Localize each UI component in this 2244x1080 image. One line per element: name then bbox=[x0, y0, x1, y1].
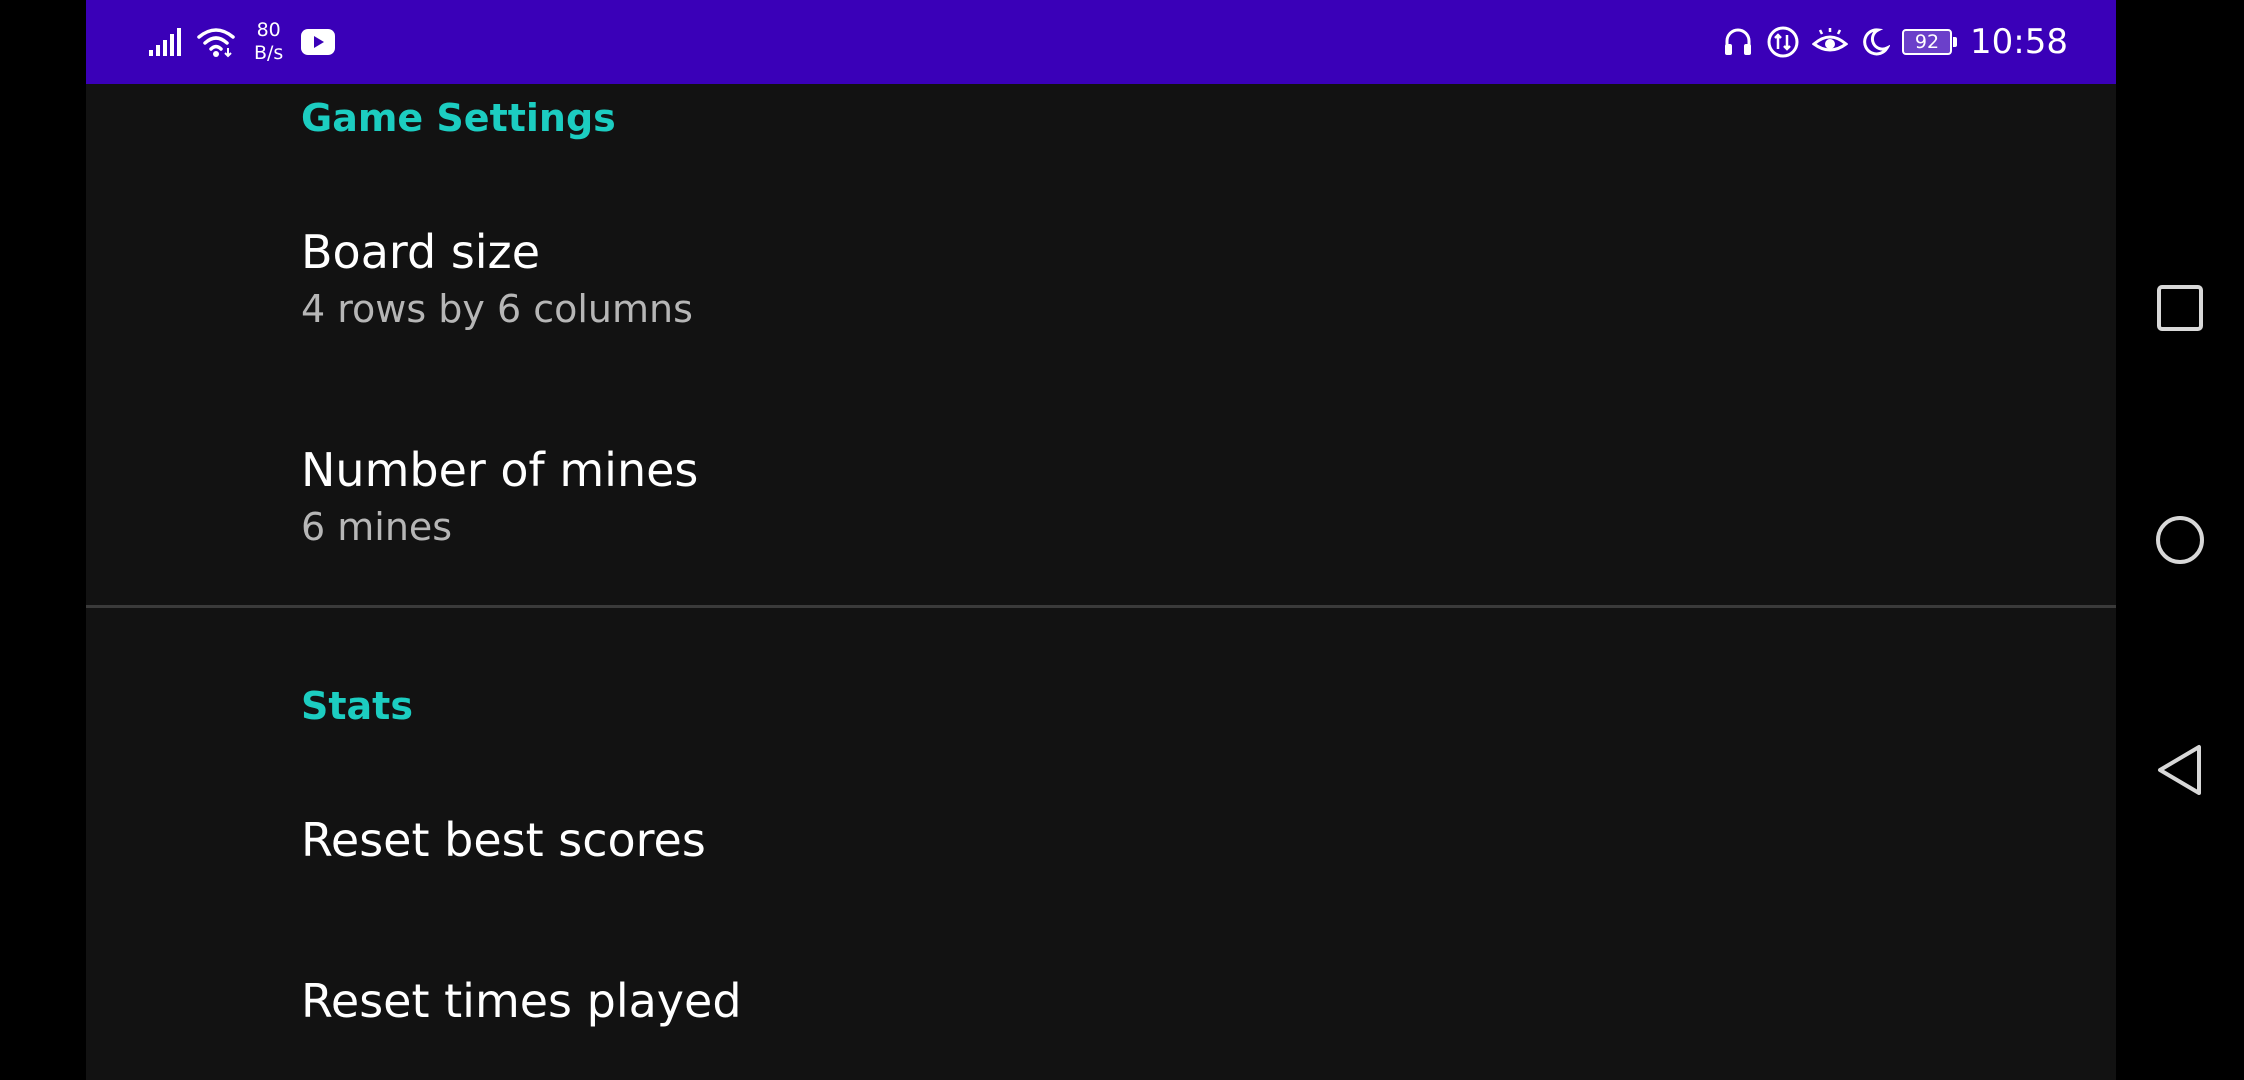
section-divider bbox=[86, 605, 2116, 608]
signal-icon bbox=[148, 27, 184, 57]
settings-list: Game Settings Board size 4 rows by 6 col… bbox=[86, 84, 2116, 1080]
home-circle-icon bbox=[2154, 514, 2206, 566]
network-speed: 80 B/s bbox=[254, 19, 283, 65]
home-button[interactable] bbox=[2150, 510, 2210, 570]
screen: 80 B/s 92 10:58 Game Settings Board size… bbox=[0, 0, 2244, 1080]
back-button[interactable] bbox=[2150, 740, 2210, 800]
pref-number-of-mines[interactable]: Number of mines 6 mines bbox=[301, 442, 2116, 552]
pref-number-of-mines-summary: 6 mines bbox=[301, 505, 453, 549]
network-speed-value: 80 bbox=[256, 19, 281, 41]
battery-level: 92 bbox=[1914, 31, 1940, 53]
youtube-icon bbox=[301, 29, 336, 55]
pref-number-of-mines-title: Number of mines bbox=[301, 443, 699, 497]
category-stats: Stats bbox=[301, 684, 413, 728]
back-triangle-icon bbox=[2155, 743, 2205, 797]
clock: 10:58 bbox=[1970, 22, 2068, 62]
category-game-settings: Game Settings bbox=[301, 96, 616, 140]
recents-square-icon bbox=[2156, 284, 2204, 332]
pref-board-size[interactable]: Board size 4 rows by 6 columns bbox=[301, 224, 2116, 334]
recents-button[interactable] bbox=[2150, 278, 2210, 338]
wifi-icon bbox=[196, 26, 236, 58]
network-speed-unit: B/s bbox=[254, 42, 284, 64]
eye-comfort-icon bbox=[1812, 27, 1849, 57]
status-bar-right: 92 10:58 bbox=[1722, 0, 2068, 84]
navigation-bar bbox=[2116, 0, 2244, 1080]
data-saver-icon bbox=[1766, 25, 1800, 59]
pref-reset-times-played[interactable]: Reset times played bbox=[301, 973, 2116, 1029]
pref-reset-best-scores[interactable]: Reset best scores bbox=[301, 812, 2116, 868]
pref-board-size-title: Board size bbox=[301, 225, 541, 279]
battery-icon: 92 bbox=[1902, 29, 1958, 55]
headset-icon bbox=[1722, 26, 1754, 58]
moon-icon bbox=[1860, 27, 1891, 57]
pref-reset-best-scores-title: Reset best scores bbox=[301, 813, 706, 867]
pref-board-size-summary: 4 rows by 6 columns bbox=[301, 287, 693, 331]
pref-reset-times-played-title: Reset times played bbox=[301, 974, 742, 1028]
status-bar: 80 B/s 92 10:58 bbox=[86, 0, 2116, 84]
app-window: 80 B/s 92 10:58 Game Settings Board size… bbox=[86, 0, 2116, 1080]
status-bar-left: 80 B/s bbox=[148, 0, 336, 84]
